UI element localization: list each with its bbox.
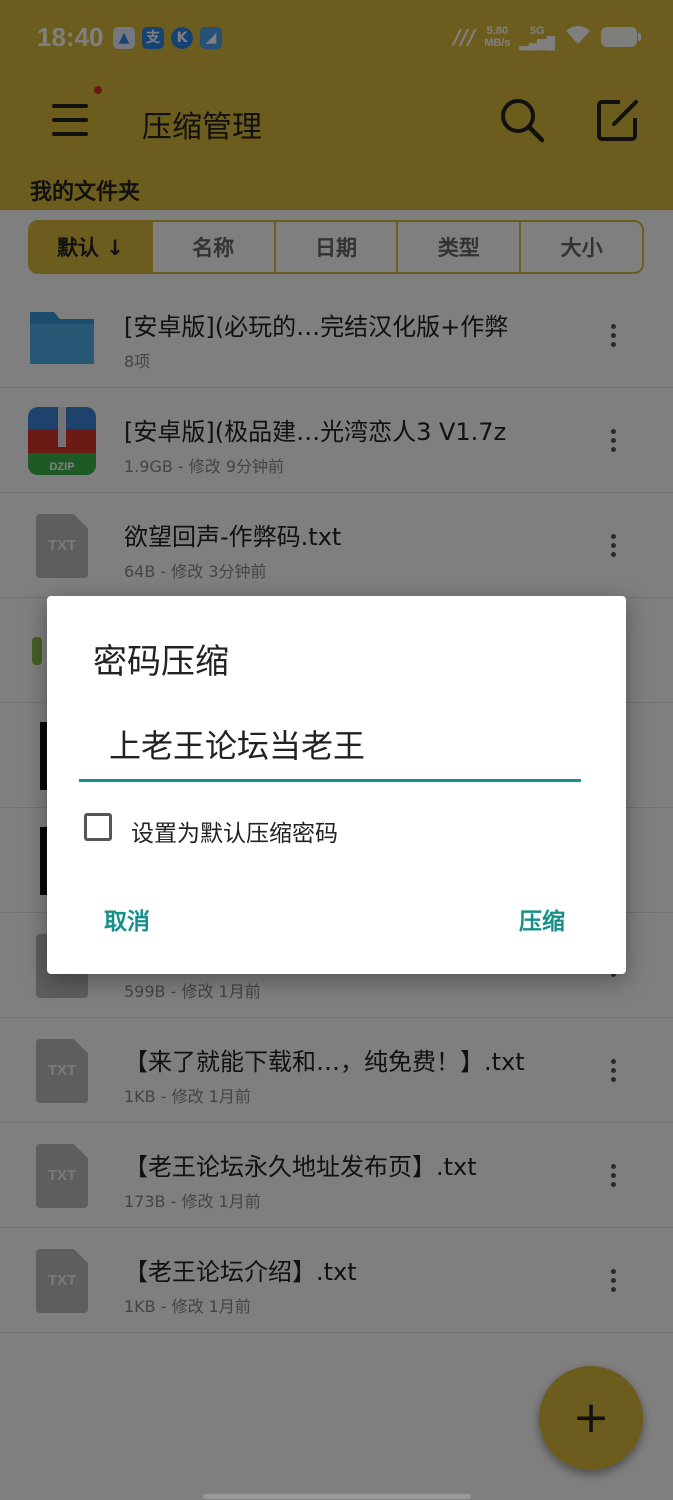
compress-button[interactable]: 压缩 xyxy=(519,902,565,936)
dialog-title: 密码压缩 xyxy=(93,642,229,682)
default-password-checkbox[interactable] xyxy=(84,813,112,841)
password-compress-dialog: 密码压缩 设置为默认压缩密码 取消 压缩 xyxy=(47,596,626,974)
cancel-button[interactable]: 取消 xyxy=(104,902,150,936)
checkbox-label[interactable]: 设置为默认压缩密码 xyxy=(131,814,338,848)
home-indicator[interactable] xyxy=(203,1494,471,1499)
password-input[interactable] xyxy=(79,708,581,782)
